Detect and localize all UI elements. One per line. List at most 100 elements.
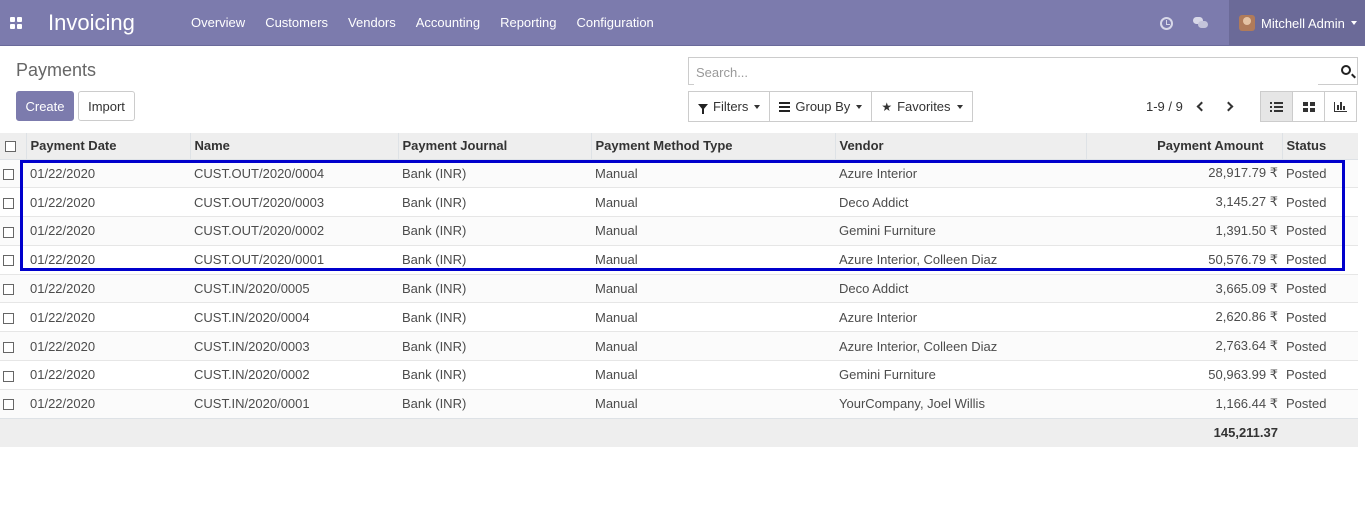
cell-payment-amount: 2,763.64 ₹ (1086, 331, 1282, 361)
cell-status: Posted (1282, 388, 1358, 419)
row-checkbox[interactable] (3, 284, 14, 296)
cell-payment-journal: Bank (INR) (398, 360, 591, 390)
row-checkbox[interactable] (3, 399, 14, 411)
cell-payment-method-type: Manual (591, 331, 835, 361)
cell-status: Posted (1282, 302, 1358, 332)
cell-name: CUST.IN/2020/0001 (190, 388, 398, 419)
column-header-payment-method-type[interactable]: Payment Method Type (590, 133, 835, 160)
row-checkbox[interactable] (3, 226, 14, 238)
cell-payment-date: 01/22/2020 (26, 216, 190, 246)
row-checkbox[interactable] (3, 312, 14, 324)
table-row[interactable]: 01/22/2020 CUST.IN/2020/0002 Bank (INR) Man… (0, 360, 1358, 390)
cell-payment-amount: 3,665.09 ₹ (1086, 273, 1282, 303)
filter-funnel-icon (698, 103, 708, 114)
caret-down-icon (1350, 21, 1357, 25)
table-row[interactable]: 01/22/2020 CUST.IN/2020/0005 Bank (INR) Man… (0, 273, 1358, 303)
chevron-right-icon (1223, 101, 1234, 112)
pager-previous-button[interactable] (1196, 99, 1207, 112)
cell-vendor: Azure Interior, Colleen Diaz (835, 244, 1086, 275)
favorites-button[interactable]: ★ Favorites (871, 91, 973, 122)
caret-down-icon (856, 104, 863, 109)
table-row[interactable]: 01/22/2020 CUST.OUT/2020/0001 Bank (INR) Ma… (0, 244, 1358, 275)
search-icon[interactable] (1341, 65, 1351, 75)
cell-name: CUST.IN/2020/0005 (190, 273, 398, 303)
column-header-payment-journal[interactable]: Payment Journal (397, 133, 591, 160)
cell-status: Posted (1282, 360, 1358, 390)
table-header-row: Payment Date Name Payment Journal Paymen… (0, 133, 1358, 160)
footer-cell (591, 417, 835, 447)
app-title: Invoicing (48, 10, 135, 35)
column-header-status[interactable]: Status (1281, 133, 1358, 160)
cell-name: CUST.IN/2020/0003 (190, 331, 398, 361)
search-options: Filters Group By ★ Favorites (688, 91, 973, 122)
bar-chart-icon (1334, 101, 1347, 112)
cell-payment-journal: Bank (INR) (398, 302, 591, 332)
cell-vendor: Deco Addict (835, 187, 1086, 217)
create-button[interactable]: Create (16, 91, 74, 121)
table-row[interactable]: 01/22/2020 CUST.OUT/2020/0003 Bank (INR) Ma… (0, 187, 1358, 217)
row-checkbox[interactable] (3, 255, 14, 267)
table-row[interactable]: 01/22/2020 CUST.IN/2020/0001 Bank (INR) Man… (0, 388, 1358, 419)
list-icon (1270, 101, 1283, 112)
menu-item-accounting[interactable]: Accounting (406, 0, 490, 46)
footer-cell (835, 417, 1086, 447)
cell-payment-method-type: Manual (591, 360, 835, 390)
apps-menu-icon[interactable] (10, 17, 22, 29)
table-row[interactable]: 01/22/2020 CUST.OUT/2020/0004 Bank (INR) Ma… (0, 158, 1358, 188)
menu-item-vendors[interactable]: Vendors (338, 0, 406, 46)
filters-button[interactable]: Filters (688, 91, 771, 122)
column-header-name[interactable]: Name (189, 133, 398, 160)
table-row[interactable]: 01/22/2020 CUST.IN/2020/0004 Bank (INR) Man… (0, 302, 1358, 332)
messaging-chat-icon[interactable] (1193, 17, 1208, 29)
cell-payment-date: 01/22/2020 (26, 360, 190, 390)
pager-value[interactable]: 1-9 / 9 (1146, 99, 1183, 114)
column-header-payment-amount[interactable]: Payment Amount (1085, 133, 1282, 160)
user-name: Mitchell Admin (1261, 15, 1345, 31)
top-navbar: Invoicing Overview Customers Vendors Acc… (0, 0, 1365, 46)
pager-next-button[interactable] (1223, 99, 1234, 112)
footer-cell (0, 417, 26, 447)
row-checkbox[interactable] (3, 370, 14, 382)
column-header-vendor[interactable]: Vendor (834, 133, 1086, 160)
group-by-button[interactable]: Group By (769, 91, 873, 122)
kanban-view-button[interactable] (1292, 91, 1325, 122)
systray (1160, 0, 1208, 46)
group-by-bars-icon (779, 102, 791, 112)
cell-payment-method-type: Manual (591, 302, 835, 332)
cell-vendor: YourCompany, Joel Willis (835, 388, 1086, 419)
row-checkbox[interactable] (3, 197, 14, 209)
import-button[interactable]: Import (78, 91, 135, 121)
table-row[interactable]: 01/22/2020 CUST.OUT/2020/0002 Bank (INR) Ma… (0, 216, 1358, 246)
row-select-cell (0, 216, 26, 246)
cell-payment-journal: Bank (INR) (398, 273, 591, 303)
row-checkbox[interactable] (3, 168, 14, 180)
search-input[interactable] (694, 59, 1318, 85)
user-menu[interactable]: Mitchell Admin (1229, 0, 1365, 46)
cell-status: Posted (1282, 244, 1358, 275)
row-checkbox[interactable] (3, 341, 14, 353)
filters-label: Filters (713, 99, 749, 114)
column-header-payment-date[interactable]: Payment Date (25, 133, 190, 160)
menu-item-customers[interactable]: Customers (255, 0, 338, 46)
cell-payment-method-type: Manual (591, 244, 835, 275)
cell-payment-journal: Bank (INR) (398, 388, 591, 419)
cell-payment-date: 01/22/2020 (26, 302, 190, 332)
row-select-cell (0, 331, 26, 361)
menu-item-overview[interactable]: Overview (181, 0, 255, 46)
select-all-checkbox[interactable] (5, 141, 16, 153)
cell-vendor: Azure Interior (835, 302, 1086, 332)
cell-payment-journal: Bank (INR) (398, 187, 591, 217)
cell-payment-amount: 50,963.99 ₹ (1086, 360, 1282, 390)
menu-item-reporting[interactable]: Reporting (490, 0, 566, 46)
search-bar (688, 57, 1358, 85)
graph-view-button[interactable] (1324, 91, 1357, 122)
cell-status: Posted (1282, 216, 1358, 246)
caret-down-icon (754, 104, 761, 109)
menu-item-configuration[interactable]: Configuration (566, 0, 663, 46)
row-select-cell (0, 360, 26, 390)
row-select-cell (0, 187, 26, 217)
table-row[interactable]: 01/22/2020 CUST.IN/2020/0003 Bank (INR) Man… (0, 331, 1358, 361)
list-view-button[interactable] (1260, 91, 1293, 122)
activity-clock-icon[interactable] (1160, 16, 1173, 30)
cell-payment-journal: Bank (INR) (398, 244, 591, 275)
